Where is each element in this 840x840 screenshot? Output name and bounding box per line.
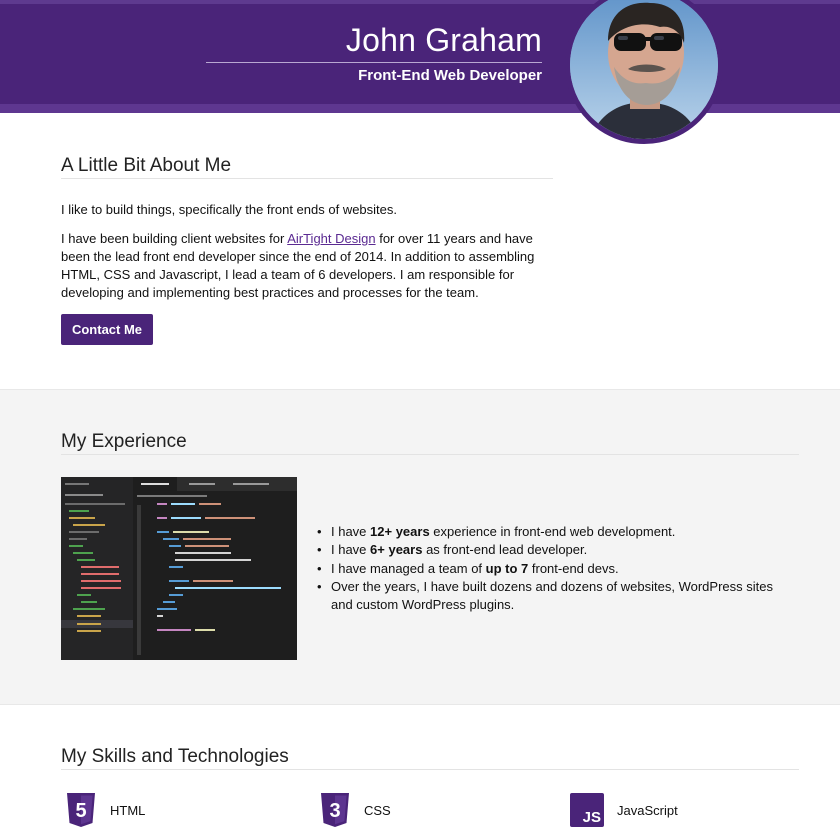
- about-paragraph-2: I have been building client websites for…: [61, 230, 551, 302]
- skills-title-rule: [61, 769, 799, 770]
- experience-item: I have managed a team of up to 7 front-e…: [313, 560, 793, 579]
- header-divider: [206, 62, 542, 63]
- experience-item: Over the years, I have built dozens and …: [313, 578, 793, 615]
- contact-me-button[interactable]: Contact Me: [61, 314, 153, 345]
- skill-label-css: CSS: [364, 802, 391, 818]
- about-title-rule: [61, 178, 553, 179]
- experience-title: My Experience: [61, 431, 187, 452]
- skill-javascript: JS JavaScript: [570, 793, 678, 827]
- editor-file-explorer: [61, 477, 133, 660]
- skill-html: 5 HTML: [65, 793, 145, 827]
- header-name: John Graham: [345, 22, 542, 58]
- avatar-photo: [570, 0, 718, 139]
- about-paragraph-1: I like to build things, specifically the…: [61, 202, 398, 217]
- editor-tab-bar: [133, 477, 297, 491]
- skill-css: 3 CSS: [319, 793, 391, 827]
- svg-text:5: 5: [75, 800, 86, 822]
- svg-text:3: 3: [329, 800, 340, 822]
- experience-title-rule: [61, 454, 799, 455]
- skill-label-javascript: JavaScript: [617, 802, 678, 818]
- explorer-tree-graphic: [61, 483, 133, 632]
- skill-label-html: HTML: [110, 802, 146, 818]
- airtight-design-link[interactable]: AirTight Design: [287, 231, 375, 246]
- css3-icon: 3: [321, 793, 349, 827]
- header-bottom-accent: [0, 104, 840, 113]
- editor-code-graphic: [137, 495, 281, 655]
- editor-tabs-graphic: [133, 477, 269, 491]
- header-top-accent: [0, 0, 840, 4]
- about-title: A Little Bit About Me: [61, 155, 232, 176]
- skills-title: My Skills and Technologies: [61, 746, 289, 767]
- about-paragraph-2-start: I have been building client websites for: [61, 231, 288, 246]
- experience-list: I have 12+ years experience in front-end…: [313, 523, 793, 614]
- javascript-icon: JS: [570, 793, 604, 827]
- experience-item: I have 6+ years as front-end lead develo…: [313, 541, 793, 560]
- experience-item: I have 12+ years experience in front-end…: [313, 523, 793, 542]
- code-editor-screenshot: [61, 477, 297, 660]
- header-subtitle: Front-End Web Developer: [358, 67, 542, 84]
- html5-icon: 5: [67, 793, 95, 827]
- avatar: [565, 0, 723, 144]
